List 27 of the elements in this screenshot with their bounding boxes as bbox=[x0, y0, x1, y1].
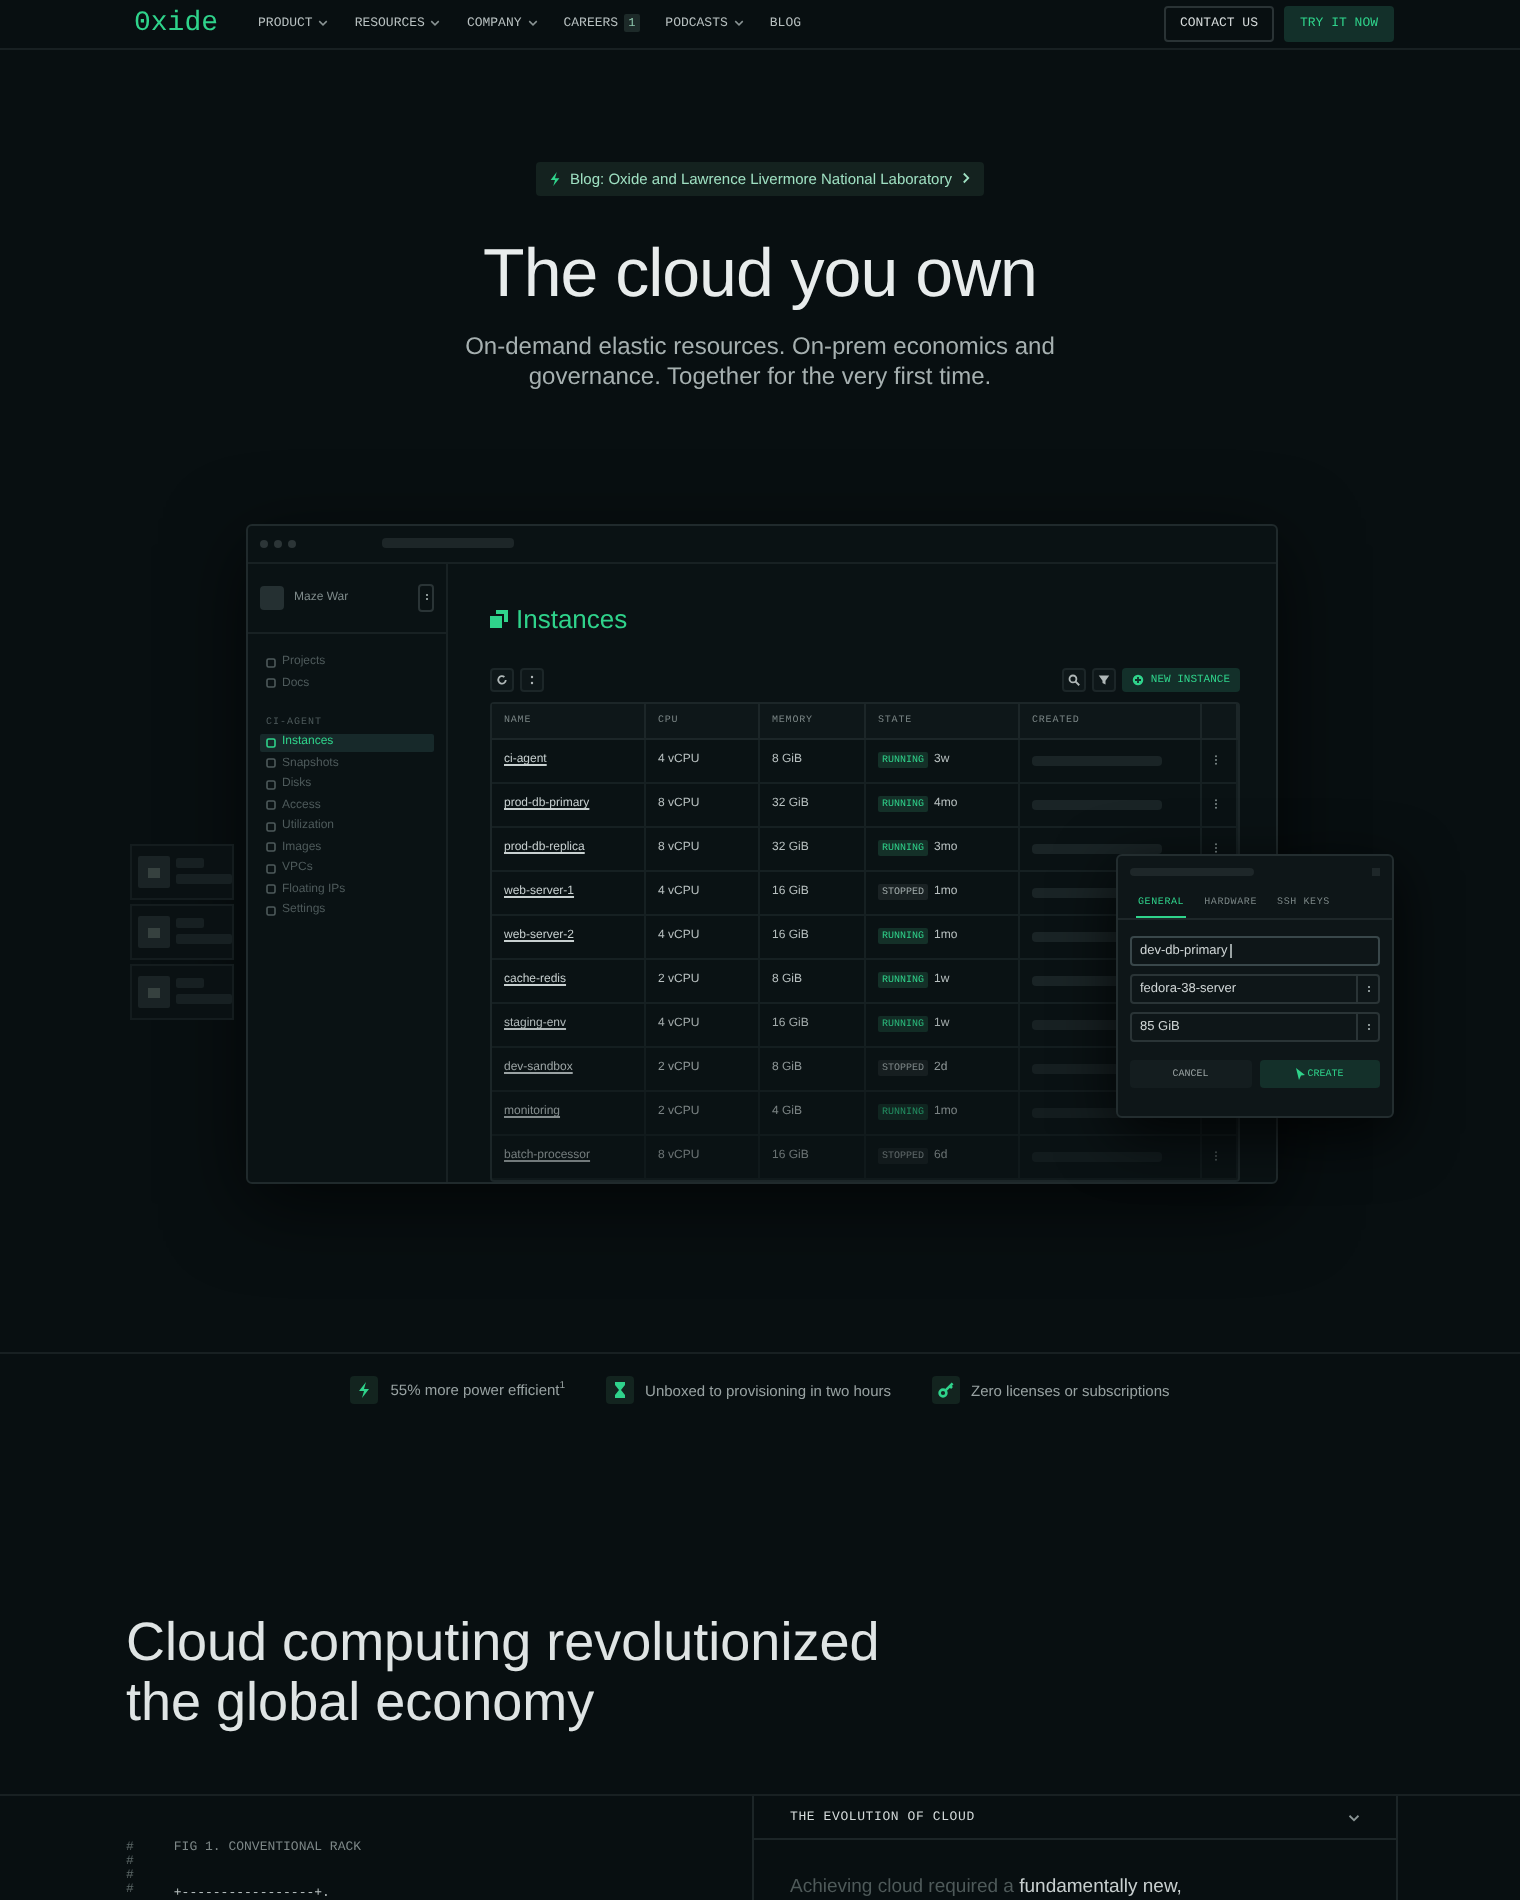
key-icon bbox=[937, 1382, 954, 1398]
widget-icon bbox=[138, 975, 170, 1008]
hourglass-icon bbox=[611, 1382, 628, 1398]
page-title: Instances bbox=[490, 603, 1240, 634]
filter-icon bbox=[1098, 673, 1111, 686]
hero-subtitle: On-demand elastic resources. On-prem economics and governance. Together for the very first time. bbox=[465, 331, 1055, 392]
search-button[interactable] bbox=[1062, 667, 1087, 692]
refresh-button[interactable] bbox=[490, 667, 514, 692]
oxide-logo[interactable]: 0xide bbox=[134, 7, 219, 40]
lightning-icon bbox=[356, 1382, 373, 1398]
chevron-right-icon bbox=[959, 172, 972, 185]
lightning-icon bbox=[548, 171, 563, 186]
cursor-icon bbox=[1295, 1067, 1306, 1080]
widget-icon bbox=[138, 915, 170, 948]
plus-icon bbox=[1132, 673, 1145, 686]
section-heading: Cloud computing revolutionized the global economy bbox=[126, 1612, 882, 1732]
filter-button[interactable] bbox=[1092, 667, 1117, 692]
widget-icon bbox=[138, 855, 170, 888]
search-icon bbox=[1068, 673, 1081, 686]
refresh-icon bbox=[496, 673, 508, 686]
hero-title: The cloud you own bbox=[483, 235, 1037, 314]
accordion-text: Achieving cloud required a fundamentally new, bbox=[790, 1876, 1184, 1898]
window-dot bbox=[260, 539, 268, 548]
instances-icon bbox=[490, 609, 508, 628]
project-logo bbox=[260, 585, 284, 610]
window-dot bbox=[274, 539, 282, 548]
window-dot bbox=[288, 539, 296, 548]
